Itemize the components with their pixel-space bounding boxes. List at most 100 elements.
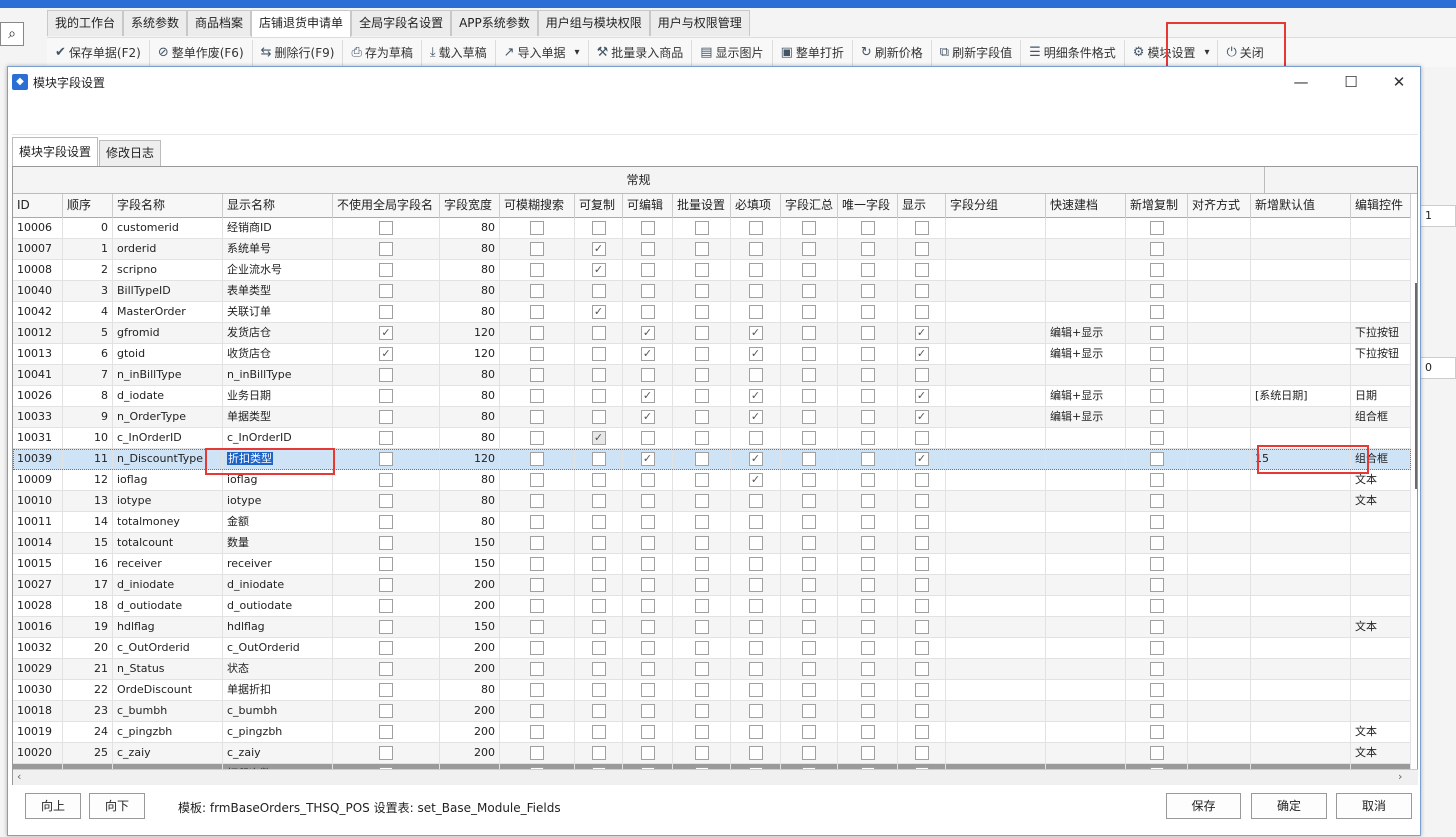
cell-def[interactable]: [1251, 218, 1351, 238]
checkbox-cell-nog[interactable]: [333, 659, 440, 679]
checkbox[interactable]: [914, 473, 929, 487]
checkbox-cell-cp[interactable]: ✓: [575, 260, 623, 280]
vertical-scrollbar[interactable]: [1415, 283, 1417, 489]
horizontal-scrollbar[interactable]: ‹ ›: [13, 769, 1418, 785]
checkbox-cell-show[interactable]: [898, 491, 946, 511]
checkbox-cell-nc[interactable]: [1126, 386, 1188, 406]
cell-def[interactable]: [1251, 302, 1351, 322]
checkbox[interactable]: [860, 704, 875, 718]
checkbox[interactable]: [748, 536, 763, 550]
toolbar-button-save[interactable]: ✔ 保存单据(F2): [47, 40, 149, 66]
checkbox[interactable]: [379, 578, 393, 592]
checkbox[interactable]: [379, 263, 393, 277]
checkbox[interactable]: [802, 641, 816, 655]
cell-disp[interactable]: c_zaiy: [223, 743, 333, 763]
checkbox[interactable]: [860, 326, 875, 340]
checkbox[interactable]: [379, 704, 393, 718]
checkbox[interactable]: [530, 683, 544, 697]
checkbox[interactable]: [802, 683, 816, 697]
checkbox-cell-nc[interactable]: [1126, 722, 1188, 742]
checkbox-cell-uq[interactable]: [838, 659, 898, 679]
cell-ctl[interactable]: 文本: [1351, 617, 1411, 637]
checkbox[interactable]: [379, 389, 393, 403]
checkbox[interactable]: [530, 221, 544, 235]
checkbox-cell-nc[interactable]: [1126, 617, 1188, 637]
checkbox-cell-nog[interactable]: [333, 491, 440, 511]
checkbox[interactable]: [1149, 473, 1164, 487]
checkbox-cell-nc[interactable]: [1126, 638, 1188, 658]
checkbox[interactable]: [530, 305, 544, 319]
checkbox-cell-bs[interactable]: [673, 302, 731, 322]
checkbox[interactable]: [640, 725, 655, 739]
checkbox[interactable]: [802, 368, 816, 382]
column-header-disp[interactable]: 显示名称: [223, 194, 333, 218]
cell-qb[interactable]: [1046, 554, 1126, 574]
checkbox-cell-fz[interactable]: [500, 386, 575, 406]
checkbox[interactable]: [379, 494, 393, 508]
checkbox-cell-nc[interactable]: [1126, 554, 1188, 574]
toolbar-button-draft-save[interactable]: ⎙ 存为草稿: [342, 39, 420, 66]
cell-disp[interactable]: 关联订单: [223, 302, 333, 322]
checkbox-cell-show[interactable]: [898, 470, 946, 490]
checkbox[interactable]: [748, 557, 763, 571]
checkbox-cell-rq[interactable]: [731, 260, 781, 280]
checkbox-cell-fz[interactable]: [500, 512, 575, 532]
checkbox-cell-show[interactable]: [898, 575, 946, 595]
checkbox[interactable]: [1149, 452, 1164, 466]
toolbar-button-void[interactable]: ⊘ 整单作废(F6): [148, 39, 252, 66]
checkbox-cell-rq[interactable]: [731, 638, 781, 658]
checkbox-cell-rq[interactable]: [731, 491, 781, 511]
table-row[interactable]: 10030 22 OrdeDiscount 单据折扣 80: [13, 680, 1411, 701]
checkbox-cell-nog[interactable]: [333, 575, 440, 595]
checkbox[interactable]: [914, 536, 929, 550]
checkbox-cell-show[interactable]: [898, 512, 946, 532]
checkbox-cell-uq[interactable]: [838, 344, 898, 364]
table-row[interactable]: 10026 8 d_iodate 业务日期 80 ✓ ✓ ✓ 编辑+显示 [系统日期] 日期: [13, 386, 1411, 407]
checkbox[interactable]: [530, 263, 544, 277]
checkbox[interactable]: [530, 557, 544, 571]
column-header-cp[interactable]: 可复制: [575, 194, 623, 218]
toolbar-button-discount[interactable]: ▣ 整单打折: [771, 39, 852, 66]
table-row[interactable]: 10042 4 MasterOrder 关联订单 80 ✓: [13, 302, 1411, 323]
checkbox-cell-nog[interactable]: ✓: [333, 344, 440, 364]
checkbox[interactable]: [860, 641, 875, 655]
checkbox-cell-bs[interactable]: [673, 575, 731, 595]
checkbox[interactable]: [748, 599, 763, 613]
checkbox-cell-rq[interactable]: [731, 281, 781, 301]
cell-disp[interactable]: c_bumbh: [223, 701, 333, 721]
column-header-ord[interactable]: 顺序: [63, 194, 113, 218]
checkbox-cell-uq[interactable]: [838, 323, 898, 343]
checkbox[interactable]: [591, 683, 606, 697]
checkbox-cell-nc[interactable]: [1126, 533, 1188, 553]
checkbox[interactable]: [379, 452, 393, 466]
checkbox[interactable]: [591, 368, 606, 382]
cell-qb[interactable]: [1046, 512, 1126, 532]
checkbox-cell-bs[interactable]: [673, 722, 731, 742]
table-row[interactable]: 10011 14 totalmoney 金额 80: [13, 512, 1411, 533]
table-row[interactable]: 10040 3 BillTypeID 表单类型 80: [13, 281, 1411, 302]
checkbox-cell-sum[interactable]: [781, 680, 838, 700]
checkbox-cell-ed[interactable]: [623, 533, 673, 553]
checkbox-cell-uq[interactable]: [838, 449, 898, 469]
checkbox-cell-bs[interactable]: [673, 470, 731, 490]
checkbox[interactable]: [748, 242, 763, 256]
cell-def[interactable]: [1251, 701, 1351, 721]
table-row[interactable]: 10012 5 gfromid 发货店仓 ✓ 120 ✓ ✓ ✓ 编辑+显示 下拉按钮: [13, 323, 1411, 344]
checkbox[interactable]: [694, 452, 709, 466]
checkbox-cell-sum[interactable]: [781, 470, 838, 490]
checkbox-cell-bs[interactable]: [673, 428, 731, 448]
checkbox-cell-uq[interactable]: [838, 701, 898, 721]
checkbox-cell-uq[interactable]: [838, 260, 898, 280]
checkbox-cell-fz[interactable]: [500, 659, 575, 679]
checkbox[interactable]: [640, 641, 655, 655]
checkbox[interactable]: [379, 410, 393, 424]
checkbox-cell-bs[interactable]: [673, 218, 731, 238]
checkbox[interactable]: [802, 620, 816, 634]
cell-qb[interactable]: [1046, 617, 1126, 637]
checkbox[interactable]: ✓: [640, 410, 655, 424]
checkbox-cell-ed[interactable]: [623, 638, 673, 658]
checkbox-cell-fz[interactable]: [500, 701, 575, 721]
checkbox-cell-rq[interactable]: [731, 596, 781, 616]
ok-button[interactable]: 确定: [1251, 793, 1327, 819]
checkbox-cell-show[interactable]: ✓: [898, 344, 946, 364]
